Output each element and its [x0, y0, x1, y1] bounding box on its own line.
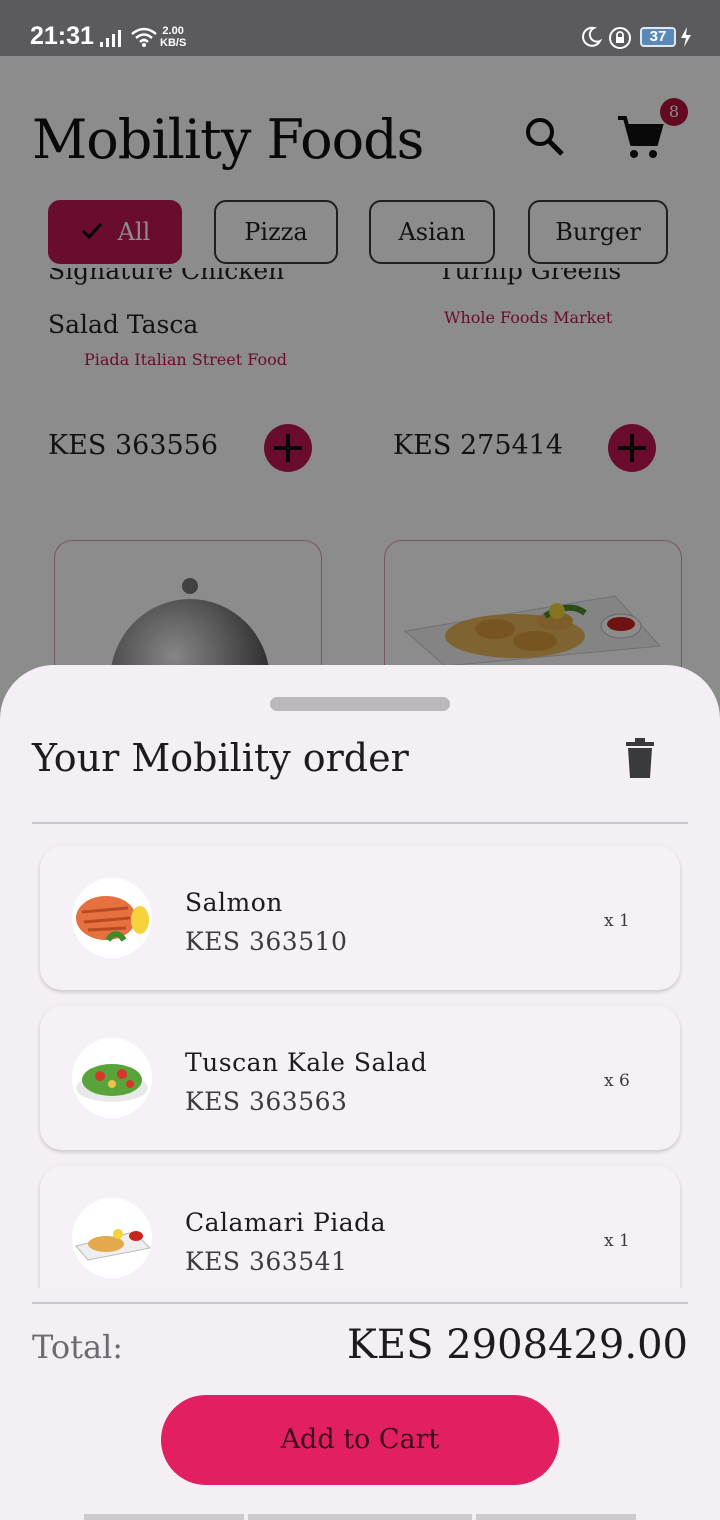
- charging-icon: [680, 27, 692, 47]
- order-item-name: Calamari Piada: [185, 1208, 387, 1237]
- order-item-qty: x 1: [604, 911, 630, 931]
- trash-icon[interactable]: [622, 738, 658, 780]
- signal-icon: [100, 28, 124, 48]
- battery-icon: 37: [640, 27, 676, 47]
- sheet-divider-top: [32, 822, 688, 824]
- order-item-price: KES 363510: [185, 927, 348, 956]
- order-item-name: Tuscan Kale Salad: [185, 1048, 428, 1077]
- status-bar: 21:31 2.00 KB/S 37: [0, 0, 720, 56]
- order-item-qty: x 1: [604, 1231, 630, 1251]
- order-item-price: KES 363563: [185, 1087, 348, 1116]
- order-item-name: Salmon: [185, 888, 283, 917]
- order-item-price: KES 363541: [185, 1247, 348, 1276]
- sheet-title: Your Mobility order: [32, 736, 409, 780]
- nav-bar-segment: [476, 1514, 636, 1520]
- kale-salad-image: [72, 1038, 152, 1118]
- nav-bar-segment: [248, 1514, 472, 1520]
- battery-level: 37: [649, 28, 667, 45]
- lock-rotation-icon: [608, 26, 632, 50]
- net-speed: 2.00 KB/S: [160, 25, 186, 49]
- total-label: Total:: [32, 1328, 124, 1366]
- drag-handle[interactable]: [270, 697, 450, 711]
- net-speed-value: 2.00: [162, 25, 184, 37]
- status-time: 21:31: [30, 22, 94, 50]
- total-value: KES 2908429.00: [347, 1322, 688, 1368]
- calamari-piada-image: [72, 1198, 152, 1278]
- moon-icon: [580, 26, 603, 48]
- net-speed-unit: KB/S: [160, 37, 187, 49]
- salmon-image: [72, 878, 152, 958]
- order-item-qty: x 6: [604, 1071, 630, 1091]
- order-list: Salmon KES 363510 x 1 Tuscan Kale Salad …: [0, 826, 720, 1288]
- sheet-divider-bottom: [32, 1302, 688, 1304]
- wifi-icon: [130, 26, 158, 48]
- nav-bar-segment: [84, 1514, 244, 1520]
- add-to-cart-button[interactable]: Add to Cart: [161, 1395, 559, 1485]
